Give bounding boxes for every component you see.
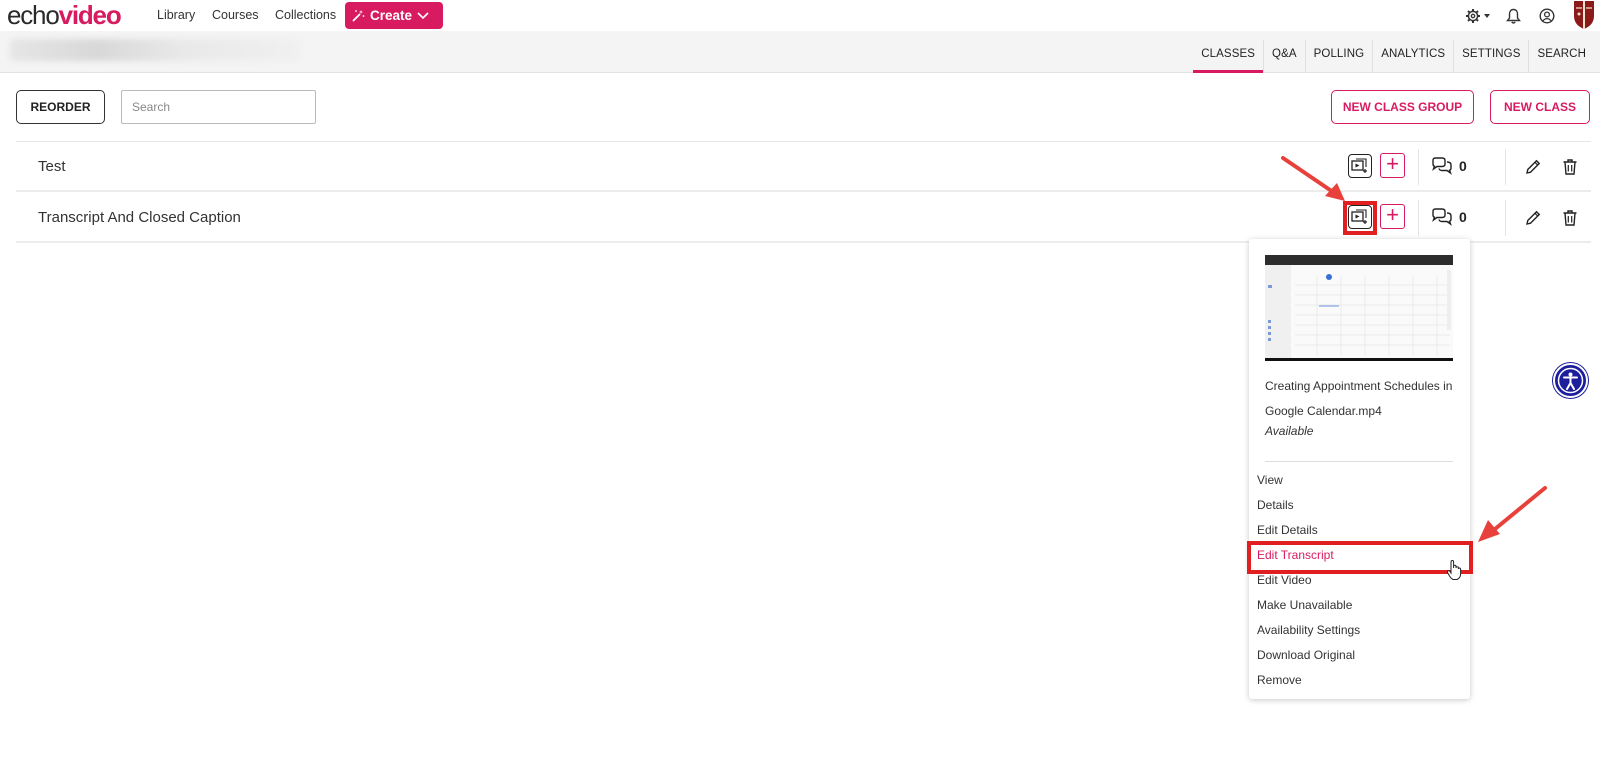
media-name-line-1: Creating Appointment Schedules in	[1265, 379, 1453, 393]
media-dropdown-menu: Creating Appointment Schedules in Google…	[1249, 239, 1470, 699]
chat-icon	[1432, 208, 1452, 226]
row-separator	[1418, 200, 1419, 236]
tab-classes[interactable]: CLASSES	[1193, 40, 1264, 73]
menu-item-details[interactable]: Details	[1257, 498, 1294, 512]
add-media-button[interactable]: +	[1380, 153, 1405, 178]
top-nav: echovideo Library Courses Collections Cr…	[0, 0, 1600, 31]
annotation-highlight-box	[1247, 541, 1473, 574]
menu-item-download-original[interactable]: Download Original	[1257, 648, 1355, 662]
tab-search[interactable]: SEARCH	[1528, 40, 1594, 73]
trash-icon[interactable]	[1561, 158, 1579, 176]
nav-courses[interactable]: Courses	[212, 8, 259, 22]
class-title: Test	[38, 158, 66, 175]
nav-library[interactable]: Library	[157, 8, 195, 22]
menu-item-edit-details[interactable]: Edit Details	[1257, 523, 1318, 537]
media-name-line-2: Google Calendar.mp4	[1265, 404, 1382, 418]
trash-icon[interactable]	[1561, 209, 1579, 227]
user-icon[interactable]	[1537, 6, 1557, 26]
new-class-group-button[interactable]: NEW CLASS GROUP	[1331, 90, 1474, 124]
media-name: Creating Appointment Schedules in Google…	[1265, 374, 1460, 424]
university-shield-icon	[1572, 0, 1596, 30]
chat-icon	[1432, 157, 1452, 175]
course-tabs: CLASSES Q&A POLLING ANALYTICS SETTINGS S…	[1193, 40, 1594, 73]
create-button[interactable]: Create	[345, 2, 443, 29]
media-thumbnail[interactable]	[1265, 255, 1453, 361]
settings-icon[interactable]	[1464, 6, 1492, 26]
create-label: Create	[370, 8, 413, 23]
annotation-arrow	[1478, 486, 1547, 542]
tab-qa[interactable]: Q&A	[1263, 40, 1305, 73]
qa-count: 0	[1459, 209, 1467, 225]
hand-cursor-icon	[1446, 559, 1462, 581]
chevron-down-icon	[417, 11, 429, 19]
accessibility-icon[interactable]	[1553, 363, 1588, 398]
search-input[interactable]	[121, 90, 316, 124]
magic-wand-icon	[352, 10, 365, 22]
tab-settings[interactable]: SETTINGS	[1453, 40, 1528, 73]
bell-icon[interactable]	[1503, 6, 1523, 26]
row-separator	[1505, 149, 1506, 185]
qa-counter[interactable]: 0	[1431, 157, 1467, 175]
media-status: Available	[1265, 424, 1314, 438]
course-title-redacted	[10, 39, 300, 61]
tab-analytics[interactable]: ANALYTICS	[1372, 40, 1453, 73]
menu-item-edit-video[interactable]: Edit Video	[1257, 573, 1312, 587]
row-separator	[1505, 200, 1506, 236]
echovideo-logo[interactable]: echovideo	[7, 1, 122, 29]
add-media-button[interactable]: +	[1380, 204, 1405, 229]
qa-count: 0	[1459, 158, 1467, 174]
annotation-arrow	[1281, 156, 1345, 201]
course-subheader: CLASSES Q&A POLLING ANALYTICS SETTINGS S…	[0, 31, 1600, 73]
pencil-icon[interactable]	[1524, 209, 1542, 227]
menu-item-make-unavailable[interactable]: Make Unavailable	[1257, 598, 1352, 612]
menu-item-availability-settings[interactable]: Availability Settings	[1257, 623, 1360, 637]
row-separator	[1418, 149, 1419, 185]
qa-counter[interactable]: 0	[1431, 208, 1467, 226]
menu-item-remove[interactable]: Remove	[1257, 673, 1302, 687]
menu-separator	[1265, 461, 1453, 462]
class-title: Transcript And Closed Caption	[38, 209, 241, 226]
reorder-button[interactable]: REORDER	[16, 90, 105, 124]
pencil-icon[interactable]	[1524, 158, 1542, 176]
menu-item-view[interactable]: View	[1257, 473, 1283, 487]
tab-polling[interactable]: POLLING	[1304, 40, 1373, 73]
nav-collections[interactable]: Collections	[275, 8, 336, 22]
new-class-button[interactable]: NEW CLASS	[1490, 90, 1590, 124]
